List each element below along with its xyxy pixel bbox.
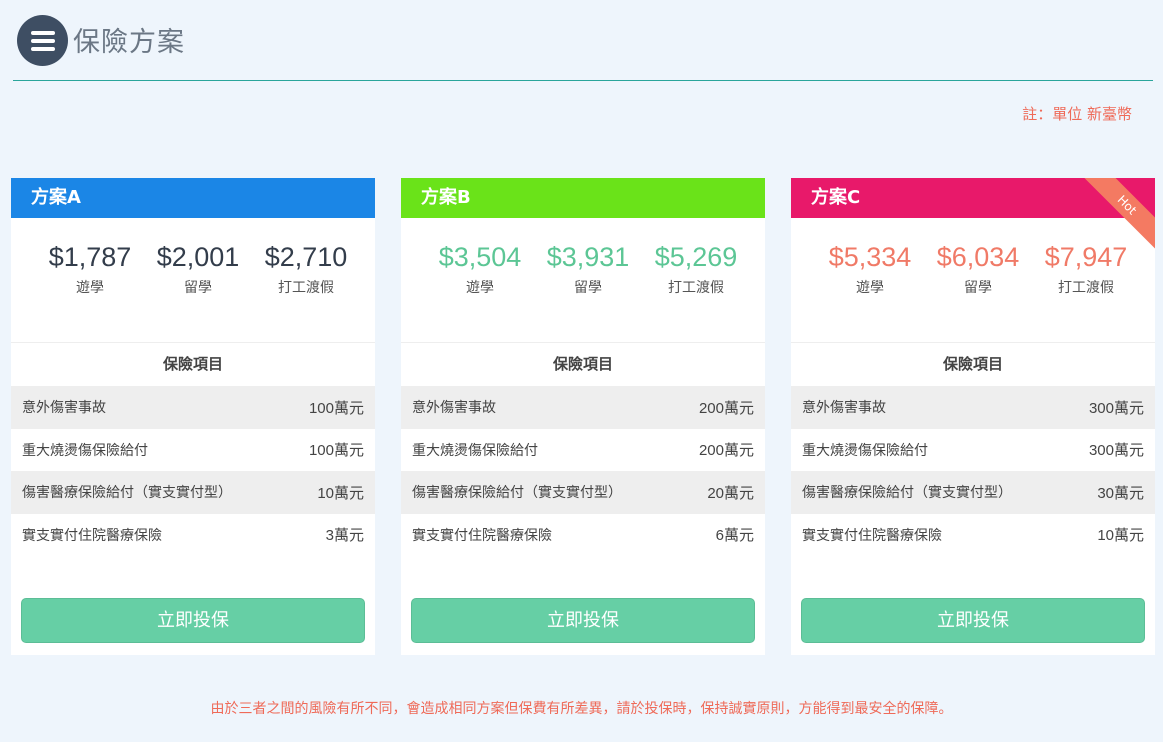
price-list: $5,334 遊學 $6,034 留學 $7,947 打工渡假 — [791, 218, 1155, 343]
coverage-name: 實支實付住院醫療保險 — [22, 527, 162, 544]
page-title: 保險方案 — [73, 27, 185, 58]
coverage-name: 重大燒燙傷保險給付 — [802, 442, 928, 459]
buy-button[interactable]: 立即投保 — [21, 598, 365, 643]
price-item: $1,787 遊學 — [36, 242, 144, 342]
items-title: 保險項目 — [942, 355, 1003, 373]
footer-note: 由於三者之間的風險有所不同，會造成相同方案但保費有所差異，請於投保時，保持誠實原… — [210, 701, 953, 717]
coverage-row: 意外傷害事故 200萬元 — [401, 386, 765, 429]
coverage-name: 重大燒燙傷保險給付 — [412, 442, 538, 459]
price-value: $3,931 — [546, 242, 630, 272]
price-value: $7,947 — [1044, 242, 1128, 272]
buy-button[interactable]: 立即投保 — [411, 598, 755, 643]
coverage-name: 意外傷害事故 — [22, 400, 106, 417]
price-value: $3,504 — [438, 242, 522, 272]
plan-card-a: 方案A $1,787 遊學 $2,001 留學 $2,710 打工渡假 保險項目 意外… — [11, 178, 375, 655]
price-value: $1,787 — [48, 242, 132, 272]
price-item: $2,710 打工渡假 — [252, 242, 360, 342]
coverage-row: 實支實付住院醫療保險 10萬元 — [791, 514, 1155, 557]
coverage-amount: 30萬元 — [1097, 484, 1144, 502]
coverage-row: 實支實付住院醫療保險 6萬元 — [401, 514, 765, 557]
price-value: $5,269 — [654, 242, 738, 272]
buy-button[interactable]: 立即投保 — [801, 598, 1145, 643]
coverage-list: 意外傷害事故 200萬元 重大燒燙傷保險給付 200萬元 傷害醫療保險給付（實支實付… — [401, 386, 765, 556]
coverage-amount: 6萬元 — [715, 527, 754, 545]
price-value: $2,001 — [156, 242, 240, 272]
items-title: 保險項目 — [552, 355, 613, 373]
price-value: $2,710 — [264, 242, 348, 272]
price-label: 打工渡假 — [278, 280, 334, 296]
coverage-amount: 20萬元 — [707, 484, 754, 502]
items-title: 保險項目 — [162, 355, 223, 373]
currency-note: 註：單位 新臺幣 — [1022, 105, 1132, 123]
coverage-amount: 10萬元 — [1097, 527, 1144, 545]
price-item: $3,504 遊學 — [426, 242, 534, 342]
plan-card-b: 方案B $3,504 遊學 $3,931 留學 $5,269 打工渡假 保險項目 意外… — [401, 178, 765, 655]
price-label: 遊學 — [466, 280, 494, 296]
price-item: $7,947 打工渡假 — [1032, 242, 1140, 342]
price-value: $5,334 — [828, 242, 912, 272]
coverage-name: 實支實付住院醫療保險 — [412, 527, 552, 544]
price-item: $3,931 留學 — [534, 242, 642, 342]
coverage-amount: 10萬元 — [317, 484, 364, 502]
coverage-name: 意外傷害事故 — [802, 400, 886, 417]
coverage-name: 實支實付住院醫療保險 — [802, 527, 942, 544]
coverage-name: 意外傷害事故 — [412, 400, 496, 417]
price-item: $6,034 留學 — [924, 242, 1032, 342]
price-label: 遊學 — [856, 280, 884, 296]
coverage-list: 意外傷害事故 300萬元 重大燒燙傷保險給付 300萬元 傷害醫療保險給付（實支實付… — [791, 386, 1155, 556]
coverage-amount: 300萬元 — [1088, 442, 1144, 460]
coverage-row: 傷害醫療保險給付（實支實付型） 30萬元 — [791, 471, 1155, 514]
coverage-row: 傷害醫療保險給付（實支實付型） 20萬元 — [401, 471, 765, 514]
price-label: 留學 — [964, 280, 992, 296]
price-list: $1,787 遊學 $2,001 留學 $2,710 打工渡假 — [11, 218, 375, 343]
coverage-row: 意外傷害事故 100萬元 — [11, 386, 375, 429]
coverage-row: 重大燒燙傷保險給付 100萬元 — [11, 429, 375, 472]
coverage-row: 意外傷害事故 300萬元 — [791, 386, 1155, 429]
coverage-name: 重大燒燙傷保險給付 — [22, 442, 148, 459]
price-label: 留學 — [574, 280, 602, 296]
price-value: $6,034 — [936, 242, 1020, 272]
price-label: 留學 — [184, 280, 212, 296]
coverage-amount: 300萬元 — [1088, 399, 1144, 417]
coverage-list: 意外傷害事故 100萬元 重大燒燙傷保險給付 100萬元 傷害醫療保險給付（實支實付… — [11, 386, 375, 556]
price-list: $3,504 遊學 $3,931 留學 $5,269 打工渡假 — [401, 218, 765, 343]
price-item: $2,001 留學 — [144, 242, 252, 342]
coverage-name: 傷害醫療保險給付（實支實付型） — [22, 485, 232, 502]
coverage-name: 傷害醫療保險給付（實支實付型） — [802, 485, 1012, 502]
header: 保險方案 — [13, 0, 1153, 81]
coverage-amount: 200萬元 — [698, 399, 754, 417]
plan-header: 方案A — [11, 178, 375, 218]
coverage-amount: 100萬元 — [308, 399, 364, 417]
coverage-row: 重大燒燙傷保險給付 300萬元 — [791, 429, 1155, 472]
price-item: $5,269 打工渡假 — [642, 242, 750, 342]
coverage-row: 實支實付住院醫療保險 3萬元 — [11, 514, 375, 557]
coverage-amount: 3萬元 — [325, 527, 364, 545]
menu-icon[interactable] — [17, 15, 68, 66]
coverage-amount: 200萬元 — [698, 442, 754, 460]
price-label: 打工渡假 — [668, 280, 724, 296]
plan-header: 方案B — [401, 178, 765, 218]
plan-card-c: 方案C Hot $5,334 遊學 $6,034 留學 $7,947 打工渡假 保險項… — [791, 178, 1155, 655]
coverage-name: 傷害醫療保險給付（實支實付型） — [412, 485, 622, 502]
price-item: $5,334 遊學 — [816, 242, 924, 342]
coverage-row: 重大燒燙傷保險給付 200萬元 — [401, 429, 765, 472]
price-label: 遊學 — [76, 280, 104, 296]
price-label: 打工渡假 — [1058, 280, 1114, 296]
coverage-row: 傷害醫療保險給付（實支實付型） 10萬元 — [11, 471, 375, 514]
coverage-amount: 100萬元 — [308, 442, 364, 460]
